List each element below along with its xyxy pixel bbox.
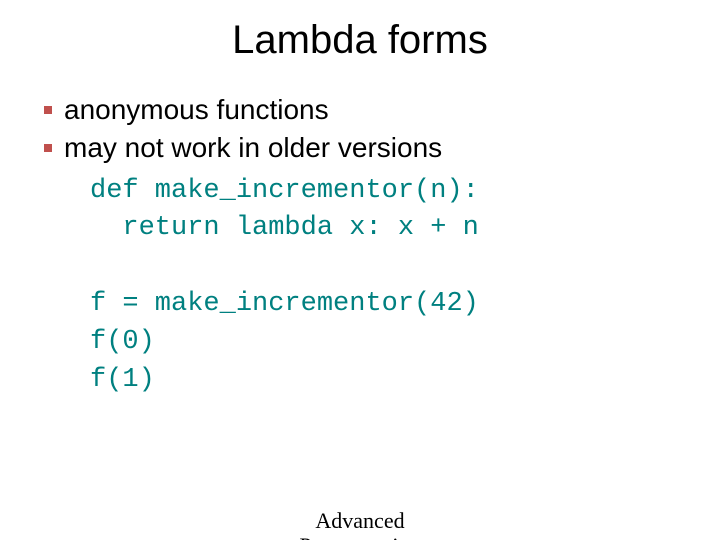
- slide-footer: Advanced Programming: [0, 508, 720, 540]
- slide-content: anonymous functions may not work in olde…: [0, 91, 720, 399]
- bullet-list: anonymous functions may not work in olde…: [40, 91, 680, 167]
- list-item: anonymous functions: [40, 91, 680, 129]
- list-item: may not work in older versions: [40, 129, 680, 167]
- footer-line-2: Programming: [300, 533, 421, 540]
- footer-line-1: Advanced: [315, 508, 404, 533]
- bullet-text: anonymous functions: [64, 94, 329, 125]
- code-block: def make_incrementor(n): return lambda x…: [90, 173, 680, 400]
- slide-title: Lambda forms: [0, 18, 720, 63]
- slide: Lambda forms anonymous functions may not…: [0, 18, 720, 540]
- bullet-text: may not work in older versions: [64, 132, 442, 163]
